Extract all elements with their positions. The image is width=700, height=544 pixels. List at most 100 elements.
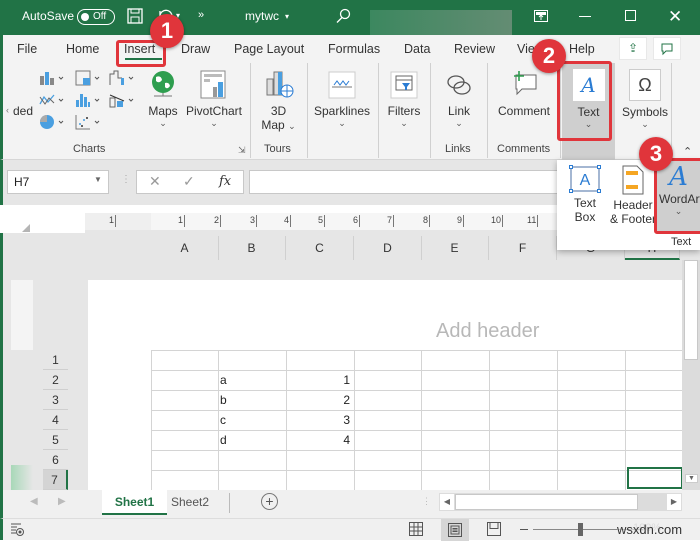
maximize-button[interactable] [625, 10, 636, 21]
filename-dropdown-icon[interactable]: ▾ [285, 12, 289, 21]
tab-data[interactable]: Data [404, 42, 430, 56]
statistic-chart-icon[interactable] [75, 92, 103, 111]
ribbon-display-options-icon[interactable] [534, 10, 548, 25]
svg-text:A: A [580, 172, 591, 189]
combo-chart-icon[interactable] [109, 92, 137, 111]
symbols-button[interactable]: Ω Symbols ⌄ [617, 69, 673, 130]
grid-line [625, 350, 626, 490]
share-button[interactable]: ⇪ [619, 37, 647, 60]
close-button[interactable]: ✕ [668, 7, 682, 27]
pivotchart-button[interactable]: PivotChart ⌄ [183, 69, 245, 129]
insert-function-icon[interactable]: fx [219, 174, 231, 189]
page-break-view-button[interactable] [487, 522, 501, 539]
cell-c4[interactable]: 3 [288, 410, 350, 430]
column-header-f[interactable]: F [489, 236, 557, 260]
horizontal-scrollbar[interactable]: ◀ ▶ [439, 493, 682, 511]
filters-button[interactable]: Filters ⌄ [382, 69, 426, 129]
cell-b3[interactable]: b [220, 390, 282, 410]
tab-review[interactable]: Review [454, 42, 495, 56]
hierarchy-chart-icon[interactable] [75, 70, 103, 89]
autosave-toggle[interactable]: Off [77, 9, 115, 25]
charts-dialog-launcher-icon[interactable]: ⇲ [238, 145, 246, 156]
accessibility-icon[interactable] [10, 522, 24, 539]
minimize-button[interactable] [579, 16, 591, 18]
zoom-out-button[interactable] [520, 529, 528, 530]
page-layout-view-button[interactable] [441, 519, 469, 541]
add-sheet-button[interactable]: + [261, 493, 278, 510]
sheet-tab-sheet1[interactable]: Sheet1 [102, 490, 167, 515]
scroll-down-icon[interactable]: ▼ [685, 474, 698, 483]
row-header-3[interactable]: 3 [43, 390, 68, 410]
3d-map-button[interactable]: 3D Map ⌄ [256, 69, 301, 132]
prev-sheet-icon[interactable]: ◀ [30, 496, 38, 507]
active-cell-h7[interactable] [627, 467, 683, 489]
pie-chart-icon[interactable] [39, 114, 67, 133]
vertical-scroll-thumb[interactable] [684, 260, 698, 360]
comments-pane-button[interactable] [653, 37, 681, 60]
row-header-2[interactable]: 2 [43, 370, 68, 390]
formula-input[interactable] [249, 170, 569, 194]
add-header-placeholder[interactable]: Add header [436, 320, 539, 343]
cell-c2[interactable]: 1 [288, 370, 350, 390]
cell-b2[interactable]: a [220, 370, 282, 390]
more-commands-icon[interactable]: » [198, 9, 204, 21]
row-header-5[interactable]: 5 [43, 430, 68, 450]
cell-b5[interactable]: d [220, 430, 282, 450]
name-box-dropdown-icon[interactable]: ▼ [94, 175, 102, 184]
link-button[interactable]: Link ⌄ [437, 69, 481, 129]
waterfall-chart-icon[interactable] [109, 70, 137, 89]
enter-check-icon[interactable]: ✓ [183, 173, 195, 190]
row-header-1[interactable]: 1 [43, 350, 68, 370]
step-badge-2: 2 [532, 39, 566, 73]
vertical-scrollbar[interactable]: ▼ [682, 260, 700, 490]
next-sheet-icon[interactable]: ▶ [58, 496, 66, 507]
text-box-button[interactable]: A Text Box [563, 165, 607, 224]
sheet-tab-sheet2[interactable]: Sheet2 [171, 495, 209, 509]
select-all-button[interactable] [22, 224, 30, 232]
tab-formulas[interactable]: Formulas [328, 42, 380, 56]
tab-page-layout[interactable]: Page Layout [234, 42, 304, 56]
tab-help[interactable]: Help [569, 42, 595, 56]
line-chart-icon[interactable] [39, 92, 67, 111]
page-break-icon [487, 522, 501, 536]
scroll-ribbon-left-icon[interactable]: ‹ [6, 105, 9, 115]
grid-line [151, 470, 682, 471]
row-header-6[interactable]: 6 [43, 450, 68, 470]
collapse-ribbon-icon[interactable]: ⌃ [683, 145, 692, 158]
column-header-d[interactable]: D [354, 236, 422, 260]
formula-bar-grip-icon[interactable]: ⋮ [121, 174, 131, 185]
maps-button[interactable]: Maps ⌄ [143, 69, 183, 129]
save-icon[interactable] [127, 8, 143, 27]
column-header-e[interactable]: E [421, 236, 489, 260]
cancel-icon[interactable]: ✕ [149, 173, 161, 190]
hscroll-grip-icon[interactable]: ⋮ [422, 496, 431, 507]
scroll-left-icon[interactable]: ◀ [440, 494, 454, 510]
zoom-slider-handle[interactable] [578, 523, 583, 536]
filters-icon [390, 71, 418, 99]
header-footer-button[interactable]: Header & Footer [607, 165, 659, 226]
group-label-comments: Comments [497, 143, 551, 155]
ribbon-tabs: File Home Insert Draw Page Layout Formul… [0, 35, 700, 63]
comment-button[interactable]: Comment [493, 69, 555, 118]
row-header-4[interactable]: 4 [43, 410, 68, 430]
name-box[interactable]: H7 ▼ [7, 170, 109, 194]
normal-view-button[interactable] [409, 522, 423, 539]
tab-file[interactable]: File [17, 42, 37, 56]
column-chart-icon[interactable] [39, 70, 67, 89]
cell-c5[interactable]: 4 [288, 430, 350, 450]
column-header-b[interactable]: B [218, 236, 286, 260]
tab-draw[interactable]: Draw [181, 42, 210, 56]
file-name[interactable]: mytwc [245, 9, 279, 23]
scatter-chart-icon[interactable] [75, 114, 103, 133]
column-header-a[interactable]: A [151, 236, 219, 260]
row-header-7[interactable]: 7 [43, 470, 68, 490]
search-icon[interactable] [335, 8, 351, 27]
cell-b4[interactable]: c [220, 410, 282, 430]
cell-c3[interactable]: 2 [288, 390, 350, 410]
tab-home[interactable]: Home [66, 42, 99, 56]
column-header-c[interactable]: C [286, 236, 354, 260]
scroll-right-icon[interactable]: ▶ [667, 494, 681, 510]
ruler-tick-label: 2 [214, 215, 222, 227]
sparklines-button[interactable]: Sparklines ⌄ [311, 69, 373, 129]
horizontal-scroll-thumb[interactable] [455, 494, 638, 510]
